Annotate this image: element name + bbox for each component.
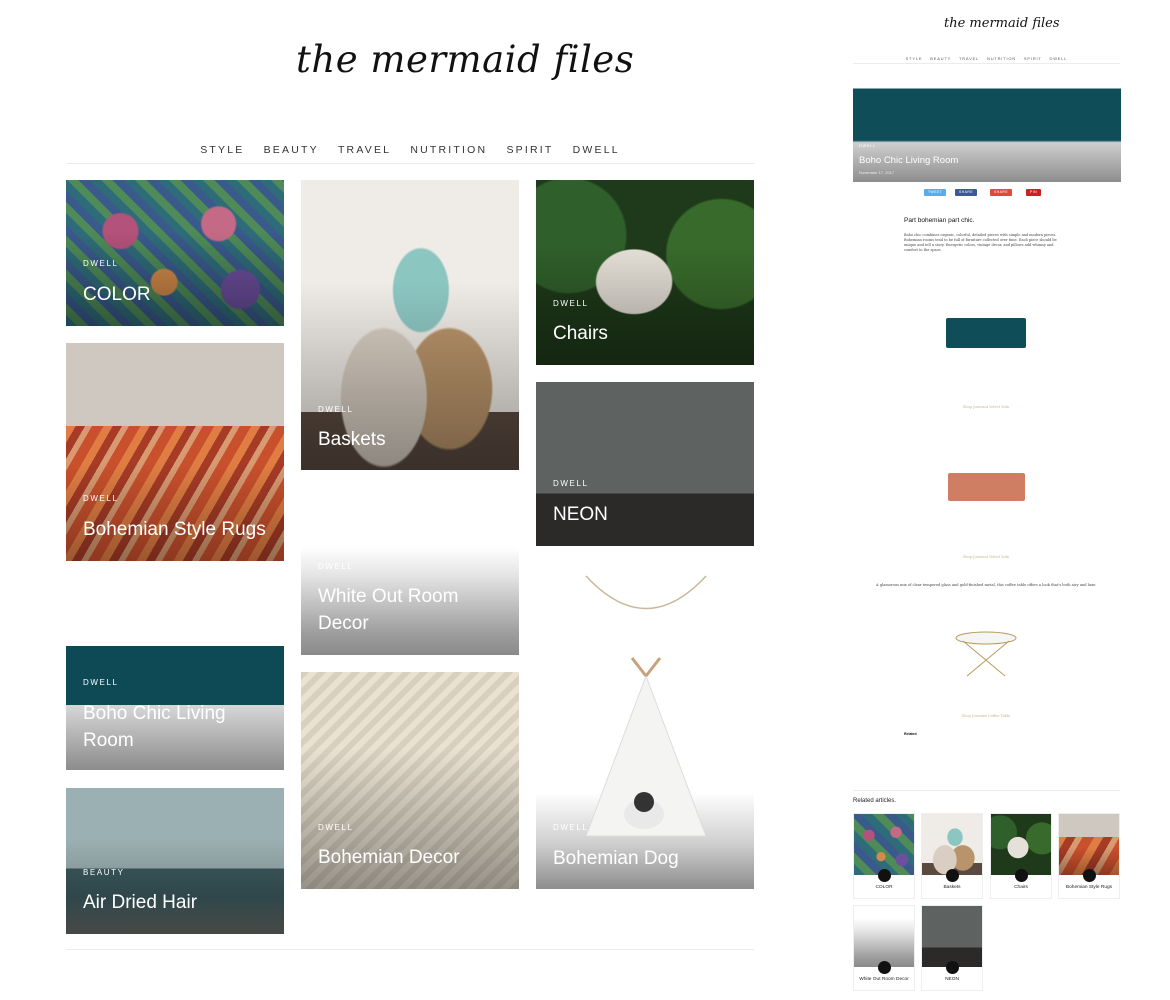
related-card-neon[interactable]: NEON xyxy=(921,905,983,991)
related-divider xyxy=(853,790,1120,791)
related-thumbnail xyxy=(991,814,1051,882)
article-nav-dwell[interactable]: DWELL xyxy=(1050,56,1068,61)
article-nav: STYLE BEAUTY TRAVEL NUTRITION SPIRIT DWE… xyxy=(853,56,1120,61)
pin-button[interactable]: PIN xyxy=(1026,189,1042,196)
nav-item-dwell[interactable]: DWELL xyxy=(573,144,620,156)
related-thumbnail xyxy=(922,814,982,882)
related-thumbnail xyxy=(854,814,914,882)
post-category: DWELL xyxy=(318,405,354,414)
post-title[interactable]: Air Dried Hair xyxy=(83,889,270,916)
product-image-velvet-sofa-coral[interactable] xyxy=(948,473,1025,501)
post-category: DWELL xyxy=(553,299,589,308)
post-card-air-dried-hair[interactable]: BEAUTY Air Dried Hair xyxy=(66,788,284,934)
post-title[interactable]: Bohemian Decor xyxy=(318,844,505,871)
teepee-illustration xyxy=(585,575,707,837)
post-card-boho-chic-living-room[interactable]: DWELL Boho Chic Living Room xyxy=(66,635,284,770)
article-hero: DWELL Boho Chic Living Room November 17,… xyxy=(853,78,1121,182)
related-label: Related xyxy=(904,732,917,736)
post-card-color[interactable]: DWELL COLOR xyxy=(66,180,284,326)
article-nav-spirit[interactable]: SPIRIT xyxy=(1024,56,1042,61)
related-card-color[interactable]: COLOR xyxy=(853,813,915,899)
post-category: DWELL xyxy=(83,678,119,687)
nav-divider xyxy=(66,163,754,164)
nav-item-beauty[interactable]: BEAUTY xyxy=(264,144,319,156)
article-site-logo[interactable]: the mermaid files xyxy=(944,16,1060,31)
post-category: DWELL xyxy=(83,259,119,268)
post-category: DWELL xyxy=(83,494,119,503)
post-card-chairs[interactable]: DWELL Chairs xyxy=(536,180,754,365)
related-thumbnail xyxy=(922,906,982,974)
related-thumbnail xyxy=(854,906,914,974)
shop-link-sofa-teal[interactable]: Shop Josseant Velvet Sofa xyxy=(946,405,1026,409)
post-card-neon[interactable]: DWELL NEON xyxy=(536,382,754,546)
facebook-share-button[interactable]: SHARE xyxy=(955,189,978,196)
shop-link-sofa-coral[interactable]: Shop Josseant Velvet Sofa xyxy=(946,555,1026,559)
site-logo[interactable]: the mermaid files xyxy=(296,38,634,94)
shop-link-coffee-table[interactable]: Shop Josseant Coffee Table xyxy=(946,714,1026,718)
nav-item-nutrition[interactable]: NUTRITION xyxy=(410,144,487,156)
post-card-bohemian-decor[interactable]: DWELL Bohemian Decor xyxy=(301,672,519,889)
google-share-button[interactable]: SHARE xyxy=(990,189,1013,196)
article-nav-divider xyxy=(853,63,1120,64)
read-more-badge xyxy=(878,961,891,974)
article-paragraph: Boho chic combines organic, colorful, de… xyxy=(904,233,1057,252)
read-more-badge xyxy=(946,869,959,882)
article-caption: A glamorous mix of clear tempered glass … xyxy=(876,583,1097,587)
article-nav-beauty[interactable]: BEAUTY xyxy=(930,56,951,61)
post-title[interactable]: COLOR xyxy=(83,281,270,308)
related-articles-title: Related articles. xyxy=(853,798,897,804)
post-category: DWELL xyxy=(318,562,354,571)
read-more-badge xyxy=(1083,869,1096,882)
post-card-bohemian-dog[interactable]: DWELL Bohemian Dog xyxy=(536,566,754,889)
related-card-white-out-room-decor[interactable]: White Out Room Decor xyxy=(853,905,915,991)
post-category: DWELL xyxy=(553,479,589,488)
product-image-coffee-table[interactable] xyxy=(955,630,1017,678)
article-title: Boho Chic Living Room xyxy=(859,155,959,166)
post-title[interactable]: White Out Room Decor xyxy=(318,583,505,637)
read-more-badge xyxy=(1015,869,1028,882)
post-card-bohemian-style-rugs[interactable]: DWELL Bohemian Style Rugs xyxy=(66,343,284,561)
post-title[interactable]: Baskets xyxy=(318,426,505,453)
main-nav: STYLE BEAUTY TRAVEL NUTRITION SPIRIT DWE… xyxy=(66,144,754,156)
article-category: DWELL xyxy=(859,143,876,148)
post-category: DWELL xyxy=(318,823,354,832)
nav-item-style[interactable]: STYLE xyxy=(200,144,244,156)
nav-item-travel[interactable]: TRAVEL xyxy=(338,144,391,156)
article-subtitle: Part bohemian part chic. xyxy=(904,217,975,224)
article-nav-style[interactable]: STYLE xyxy=(906,56,923,61)
article-nav-nutrition[interactable]: NUTRITION xyxy=(987,56,1016,61)
post-title[interactable]: Boho Chic Living Room xyxy=(83,700,270,754)
product-image-velvet-sofa-teal[interactable] xyxy=(946,318,1026,348)
post-title[interactable]: Bohemian Dog xyxy=(553,845,740,872)
nav-item-spirit[interactable]: SPIRIT xyxy=(506,144,553,156)
article-date: November 17, 2017 xyxy=(859,170,895,175)
footer-divider xyxy=(66,949,754,950)
related-card-baskets[interactable]: Baskets xyxy=(921,813,983,899)
post-title[interactable]: Chairs xyxy=(553,320,740,347)
post-category: BEAUTY xyxy=(83,868,125,877)
related-card-chairs[interactable]: Chairs xyxy=(990,813,1052,899)
post-title[interactable]: Bohemian Style Rugs xyxy=(83,516,270,543)
related-thumbnail xyxy=(1059,814,1119,882)
post-card-baskets[interactable]: DWELL Baskets xyxy=(301,180,519,470)
read-more-badge xyxy=(878,869,891,882)
post-category: DWELL xyxy=(553,823,589,832)
tweet-button[interactable]: TWEET xyxy=(924,189,947,196)
article-nav-travel[interactable]: TRAVEL xyxy=(959,56,979,61)
post-title[interactable]: NEON xyxy=(553,501,740,528)
read-more-badge xyxy=(946,961,959,974)
related-card-bohemian-style-rugs[interactable]: Bohemian Style Rugs xyxy=(1058,813,1120,899)
post-card-white-out-room-decor[interactable]: DWELL White Out Room Decor xyxy=(301,520,519,655)
